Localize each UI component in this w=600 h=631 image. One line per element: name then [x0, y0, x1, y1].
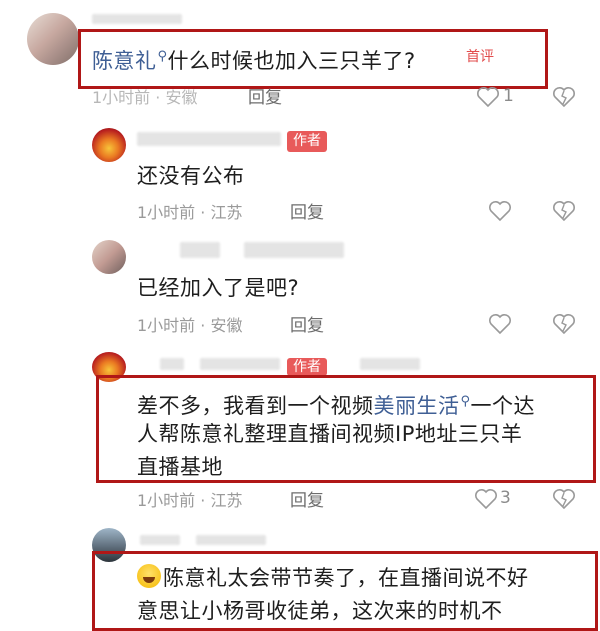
broken-heart-icon[interactable]: [552, 488, 576, 510]
username-blurred: [180, 242, 220, 258]
search-icon[interactable]: ⚲: [461, 394, 471, 409]
author-badge: 作者: [287, 358, 327, 376]
broken-heart-icon[interactable]: [552, 200, 576, 222]
comment-meta: 1小时前 · 江苏: [137, 491, 243, 510]
avatar[interactable]: [92, 240, 126, 274]
comment-text: 陈意礼⚲什么时候也加入三只羊了?: [92, 40, 416, 78]
reply-button[interactable]: 回复: [290, 316, 324, 336]
comment-text-line: 人帮陈意礼整理直播间视频IP地址三只羊: [137, 422, 523, 446]
username-blurred: [200, 358, 280, 370]
broken-heart-icon[interactable]: [552, 86, 576, 108]
username-blurred: [92, 14, 182, 24]
broken-heart-icon[interactable]: [552, 313, 576, 335]
comment-meta: 1小时前 · 安徽: [92, 88, 198, 107]
username-blurred: [160, 358, 184, 370]
reply-button[interactable]: 回复: [248, 88, 282, 108]
search-icon[interactable]: ⚲: [158, 49, 168, 64]
comment-text: 已经加入了是吧?: [137, 276, 300, 300]
comment-body: 差不多，我看到一个视频: [137, 394, 374, 418]
comment-text-line: 陈意礼太会带节奏了，在直播间说不好: [137, 562, 529, 595]
author-badge: 作者: [287, 131, 327, 152]
heart-icon[interactable]: [474, 488, 498, 510]
avatar[interactable]: [92, 128, 126, 162]
heart-icon[interactable]: [488, 313, 512, 335]
username-blurred: [244, 242, 344, 258]
hashtag-link[interactable]: 美丽生活: [374, 394, 460, 418]
comment-meta: 1小时前 · 安徽: [137, 316, 243, 335]
comment-body: 什么时候也加入三只羊了?: [167, 49, 416, 73]
comment-body: 陈意礼太会带节奏了，在直播间说不好: [163, 566, 529, 590]
comment-meta: 1小时前 · 江苏: [137, 203, 243, 222]
username-blurred: [360, 358, 420, 370]
heart-icon[interactable]: [488, 200, 512, 222]
reply-button[interactable]: 回复: [290, 491, 324, 511]
reply-button[interactable]: 回复: [290, 203, 324, 223]
comment-text-line: 意思让小杨哥收徒弟，这次来的时机不: [137, 599, 503, 623]
avatar[interactable]: [27, 13, 79, 65]
like-count: 1: [503, 86, 514, 106]
laughing-emoji-icon: [137, 564, 161, 588]
comment-body: 一个达: [470, 394, 536, 418]
comment-text-line: 直播基地: [137, 455, 223, 479]
first-comment-badge: 首评: [466, 49, 494, 65]
commenter-name[interactable]: 陈意礼: [92, 49, 157, 73]
username-blurred: [196, 535, 266, 545]
like-count: 3: [500, 488, 511, 508]
comment-text: 还没有公布: [137, 164, 245, 188]
username-blurred: [140, 535, 180, 545]
heart-icon[interactable]: [476, 86, 500, 108]
username-blurred: [137, 132, 281, 146]
